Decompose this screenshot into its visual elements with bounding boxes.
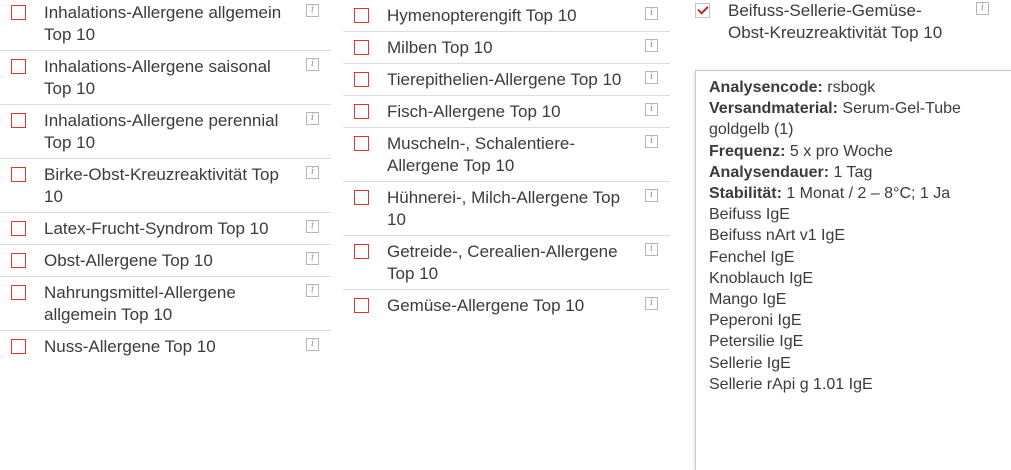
checkbox[interactable]: [354, 72, 369, 87]
panel-item[interactable]: Hymenopterengift Top 10 i: [343, 0, 670, 32]
info-icon[interactable]: i: [645, 243, 658, 256]
panel-item-label[interactable]: Gemüse-Allergene Top 10: [387, 296, 584, 315]
panel-item[interactable]: Gemüse-Allergene Top 10 i: [343, 290, 670, 321]
info-icon[interactable]: i: [306, 112, 319, 125]
panel-item[interactable]: Hühnerei-, Milch-Allergene Top 10 i: [343, 182, 670, 236]
checkbox[interactable]: [354, 244, 369, 259]
panel-item-label[interactable]: Fisch-Allergene Top 10: [387, 102, 561, 121]
panel-column-1: Inhalations-Allergene allgemein Top 10 i I…: [0, 0, 331, 362]
panel-item[interactable]: Obst-Allergene Top 10 i: [0, 245, 331, 277]
tooltip-frequenz-label: Frequenz:: [709, 142, 786, 160]
tooltip-test-item: Mango IgE: [709, 291, 787, 309]
panel-item-label[interactable]: Nuss-Allergene Top 10: [44, 337, 216, 356]
checkbox[interactable]: [11, 5, 26, 20]
checkbox[interactable]: [11, 221, 26, 236]
tooltip-versandmaterial-cont: goldgelb (1): [709, 121, 794, 139]
tooltip-analysencode-label: Analysencode:: [709, 79, 823, 96]
tooltip-versandmaterial: Versandmaterial: Serum-Gel-Tube: [709, 98, 1011, 119]
tooltip-versandmaterial-value: Serum-Gel-Tube: [837, 100, 961, 118]
tooltip-analysendauer-label: Analysendauer:: [709, 163, 830, 181]
checkbox[interactable]: [354, 136, 369, 151]
panel-column-2: Hymenopterengift Top 10 i Milben Top 10 i Ti…: [343, 0, 670, 321]
panel-item[interactable]: Milben Top 10 i: [343, 32, 670, 64]
panel-item-label[interactable]: Birke-Obst-Kreuzreaktivität Top 10: [44, 165, 279, 206]
info-icon[interactable]: i: [645, 7, 658, 20]
tooltip-stabilitaet-label: Stabilität:: [709, 185, 782, 203]
checkbox[interactable]: [11, 113, 26, 128]
panel-item-label[interactable]: Inhalations-Allergene saisonal Top 10: [44, 57, 271, 98]
panel-item[interactable]: Nuss-Allergene Top 10 i: [0, 331, 331, 362]
tooltip-versandmaterial-label: Versandmaterial:: [709, 100, 838, 118]
tooltip-analysendauer: Analysendauer: 1 Tag: [709, 162, 1011, 183]
panel-item[interactable]: Inhalations-Allergene allgemein Top 10 i: [0, 0, 331, 51]
info-icon[interactable]: i: [306, 220, 319, 233]
info-icon[interactable]: i: [645, 103, 658, 116]
panel-item-label[interactable]: Muscheln-, Schalentiere-Allergene Top 10: [387, 134, 575, 175]
tooltip-frequenz: Frequenz: 5 x pro Woche: [709, 141, 1011, 162]
panel-item[interactable]: Nahrungsmittel-Allergene allgemein Top 1…: [0, 277, 331, 331]
info-icon[interactable]: i: [306, 252, 319, 265]
panel-item-label[interactable]: Getreide-, Cerealien-Allergene Top 10: [387, 242, 618, 283]
tooltip-test-item: Knoblauch IgE: [709, 269, 814, 287]
panel-item[interactable]: Birke-Obst-Kreuzreaktivität Top 10 i: [0, 159, 331, 213]
info-icon[interactable]: i: [645, 71, 658, 84]
checkbox[interactable]: [11, 59, 26, 74]
checkbox[interactable]: [354, 8, 369, 23]
checkbox[interactable]: [11, 167, 26, 182]
tooltip-analysencode: Analysencode: rsbogk: [709, 77, 1011, 98]
panel-item[interactable]: Fisch-Allergene Top 10 i: [343, 96, 670, 128]
info-icon[interactable]: i: [306, 338, 319, 351]
panel-item-label[interactable]: Beifuss-Sellerie-Gemüse-Obst-Kreuzreakti…: [728, 1, 942, 42]
tooltip-test-item: Peperoni IgE: [709, 312, 802, 330]
panel-item[interactable]: Beifuss-Sellerie-Gemüse-Obst-Kreuzreakti…: [684, 0, 1011, 49]
tooltip-test-item: Sellerie IgE: [709, 354, 791, 372]
tooltip-test-item: Sellerie rApi g 1.01 IgE: [709, 375, 873, 393]
checkbox[interactable]: [354, 104, 369, 119]
tooltip-stabilitaet-value: 1 Monat / 2 – 8°C; 1 Ja: [781, 185, 951, 203]
checkbox[interactable]: [354, 190, 369, 205]
analysis-info-tooltip: Analysencode: rsbogk Versandmaterial: Se…: [695, 70, 1011, 470]
checkbox[interactable]: [354, 298, 369, 313]
tooltip-frequenz-value: 5 x pro Woche: [785, 142, 893, 160]
panel-item-label[interactable]: Hühnerei-, Milch-Allergene Top 10: [387, 188, 620, 229]
panel-item-label[interactable]: Inhalations-Allergene allgemein Top 10: [44, 3, 281, 44]
info-icon[interactable]: i: [976, 2, 989, 15]
tooltip-analysendauer-value: 1 Tag: [829, 163, 873, 181]
panel-item[interactable]: Inhalations-Allergene saisonal Top 10 i: [0, 51, 331, 105]
checkbox[interactable]: [354, 40, 369, 55]
panel-item-label[interactable]: Tierepithelien-Allergene Top 10: [387, 70, 621, 89]
info-icon[interactable]: i: [306, 58, 319, 71]
tooltip-test-item: Fenchel IgE: [709, 248, 795, 266]
checkbox[interactable]: [11, 339, 26, 354]
tooltip-stabilitaet: Stabilität: 1 Monat / 2 – 8°C; 1 Ja: [709, 183, 1011, 204]
info-icon[interactable]: i: [306, 166, 319, 179]
panel-item[interactable]: Muscheln-, Schalentiere-Allergene Top 10…: [343, 128, 670, 182]
checkbox[interactable]: [11, 285, 26, 300]
info-icon[interactable]: i: [645, 189, 658, 202]
tooltip-test-list: Beifuss IgE Beifuss nArt v1 IgE Fenchel Ig…: [709, 204, 1011, 395]
tooltip-test-item: Petersilie IgE: [709, 333, 804, 351]
info-icon[interactable]: i: [306, 284, 319, 297]
panel-item[interactable]: Getreide-, Cerealien-Allergene Top 10 i: [343, 236, 670, 290]
info-icon[interactable]: i: [645, 297, 658, 310]
tooltip-analysencode-value: rsbogk: [822, 79, 876, 96]
panel-item[interactable]: Inhalations-Allergene perennial Top 10 i: [0, 105, 331, 159]
panel-item[interactable]: Latex-Frucht-Syndrom Top 10 i: [0, 213, 331, 245]
panel-item[interactable]: Tierepithelien-Allergene Top 10 i: [343, 64, 670, 96]
info-icon[interactable]: i: [306, 4, 319, 17]
info-icon[interactable]: i: [645, 135, 658, 148]
panel-item-label[interactable]: Milben Top 10: [387, 38, 493, 57]
panel-item-label[interactable]: Obst-Allergene Top 10: [44, 251, 213, 270]
panel-column-3: Beifuss-Sellerie-Gemüse-Obst-Kreuzreakti…: [684, 0, 1011, 49]
panel-item-label[interactable]: Inhalations-Allergene perennial Top 10: [44, 111, 278, 152]
checkbox-checked[interactable]: [695, 3, 710, 18]
checkbox[interactable]: [11, 253, 26, 268]
panel-item-label[interactable]: Nahrungsmittel-Allergene allgemein Top 1…: [44, 283, 236, 324]
info-icon[interactable]: i: [645, 39, 658, 52]
tooltip-test-item: Beifuss nArt v1 IgE: [709, 227, 846, 245]
panel-item-label[interactable]: Latex-Frucht-Syndrom Top 10: [44, 219, 269, 238]
panel-item-label[interactable]: Hymenopterengift Top 10: [387, 6, 577, 25]
tooltip-test-item: Beifuss IgE: [709, 206, 790, 224]
